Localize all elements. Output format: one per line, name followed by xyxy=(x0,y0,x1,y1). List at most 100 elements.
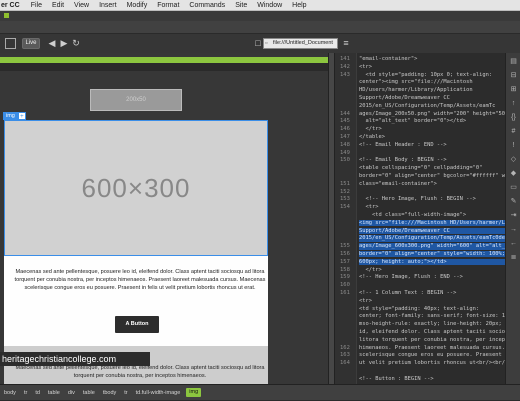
body-paragraph-2: Maecenas sed ante pellentesque, posuere … xyxy=(15,365,265,379)
open-documents-icon[interactable]: ▤ xyxy=(509,57,518,66)
hero-image-placeholder[interactable]: 600×300 xyxy=(4,120,268,256)
line-number: 152 xyxy=(340,188,350,195)
tag-breadcrumb[interactable]: td xyxy=(31,385,44,401)
code-line[interactable]: <tr> xyxy=(359,204,505,210)
tag-breadcrumb[interactable]: tr xyxy=(20,385,31,401)
tag-breadcrumb[interactable]: table xyxy=(44,385,64,401)
refresh-icon[interactable]: ↻ xyxy=(70,37,82,49)
menu-help[interactable]: Help xyxy=(287,2,311,9)
options-icon[interactable]: ≡ xyxy=(340,37,352,49)
element-tag-badge[interactable]: img + xyxy=(3,112,26,120)
line-number: 154 xyxy=(340,204,350,211)
code-line[interactable]: </table> xyxy=(359,134,505,140)
expand-all-icon[interactable]: ⊞ xyxy=(509,85,518,94)
code-line[interactable]: <table cellspacing="0" cellpadding="0" xyxy=(359,165,505,171)
menu-site[interactable]: Site xyxy=(230,2,252,9)
line-number: 150 xyxy=(340,157,350,164)
code-line[interactable]: center"><img src="file:///Macintosh xyxy=(359,79,505,85)
code-line[interactable]: HD/users/harmer/Library/Application xyxy=(359,87,505,93)
tag-breadcrumb[interactable]: div xyxy=(64,385,79,401)
tag-breadcrumb[interactable]: img xyxy=(186,388,202,397)
code-line[interactable]: </tr> xyxy=(359,126,505,132)
code-line[interactable]: 2015/en_US/Configuration/Temp/Assets/eam… xyxy=(359,103,505,109)
apply-comment-icon[interactable]: ◇ xyxy=(509,155,518,164)
indent-code-icon[interactable]: → xyxy=(509,225,518,234)
code-line[interactable]: <td class="full-width-image"> xyxy=(359,212,505,218)
code-line[interactable]: </tr> xyxy=(359,267,505,273)
code-line[interactable]: 2015/en_US/Configuration/Temp/Assets/eam… xyxy=(359,235,505,242)
code-line[interactable]: Support/Adobe/Dreamweaver CC xyxy=(359,227,505,234)
tag-breadcrumb[interactable]: tbody xyxy=(99,385,120,401)
code-line[interactable]: <!-- Email Body : BEGIN --> xyxy=(359,157,505,163)
email-top-band xyxy=(0,63,328,71)
code-line[interactable]: mso-height-rule: exactly; line-height: 2… xyxy=(359,321,505,327)
menu-window[interactable]: Window xyxy=(252,2,287,9)
code-line[interactable]: <tr> xyxy=(359,64,505,70)
split-view-icon[interactable] xyxy=(5,38,16,49)
tag-breadcrumb[interactable]: body xyxy=(0,385,20,401)
code-line[interactable]: ut velit pretium lobortis rhoncus ut<br/… xyxy=(359,360,505,366)
code-line[interactable]: litora torquent per conubia nostra, per … xyxy=(359,337,505,343)
design-view[interactable]: 200x50 img + 600×300 Maecenas sed ante p… xyxy=(0,53,328,384)
code-line[interactable]: border="0" align="center" bgcolor="#ffff… xyxy=(359,173,505,179)
highlight-invalid-icon[interactable]: ! xyxy=(509,141,518,150)
code-view[interactable]: 141 142 143 144 145 146 147 148 149 150 151 152 153 1… xyxy=(335,53,505,384)
forward-arrow-icon[interactable]: ▶ xyxy=(58,37,70,49)
code-line[interactable]: Support/Adobe/Dreamweaver CC xyxy=(359,95,505,101)
back-arrow-icon[interactable]: ◀ xyxy=(46,37,58,49)
code-line[interactable]: himenaeos. Praesent laoreet malesuada cu… xyxy=(359,345,505,351)
line-number: 158 xyxy=(340,266,350,273)
live-view-button[interactable]: Live xyxy=(22,38,40,49)
plus-icon[interactable]: + xyxy=(17,112,26,120)
email-cta-button[interactable]: A Button xyxy=(115,316,159,333)
address-field[interactable]: ▫ file:///Untitled_Document xyxy=(263,38,338,49)
menu-view[interactable]: View xyxy=(69,2,94,9)
menu-format[interactable]: Format xyxy=(152,2,184,9)
code-line[interactable]: <!-- Button : BEGIN --> xyxy=(359,376,505,382)
code-line[interactable]: scelerisque congue eros eu posuere. Prae… xyxy=(359,352,505,358)
logo-placeholder-image[interactable]: 200x50 xyxy=(90,89,182,111)
menu-modify[interactable]: Modify xyxy=(122,2,153,9)
code-line[interactable]: ages/Image_200x50.png" width="200" heigh… xyxy=(359,111,505,117)
code-line[interactable]: "email-container"> xyxy=(359,56,505,62)
menu-edit[interactable]: Edit xyxy=(47,2,69,9)
collapse-tag-icon[interactable]: ⊟ xyxy=(509,71,518,80)
code-line[interactable]: <tr> xyxy=(359,298,505,304)
remove-comment-icon[interactable]: ◆ xyxy=(509,169,518,178)
line-numbers-icon[interactable]: # xyxy=(509,127,518,136)
code-line[interactable]: center; font-family: sans-serif; font-si… xyxy=(359,313,505,319)
outdent-code-icon[interactable]: ← xyxy=(509,239,518,248)
wrap-tag-icon[interactable]: ▭ xyxy=(509,183,518,192)
menu-file[interactable]: File xyxy=(26,2,47,9)
tag-breadcrumb[interactable]: tr xyxy=(120,385,131,401)
move-css-icon[interactable]: ⇥ xyxy=(509,211,518,220)
code-line[interactable]: <img src="file:///Macintosh HD/Users/har… xyxy=(359,219,505,227)
select-parent-icon[interactable]: ↑ xyxy=(509,99,518,108)
code-line[interactable]: <!-- 1 Column Text : BEGIN --> xyxy=(359,290,505,296)
menu-insert[interactable]: Insert xyxy=(94,2,122,9)
tag-breadcrumb[interactable]: td.full-width-image xyxy=(132,385,185,401)
code-line[interactable]: alt="alt_text" border="0"></td> xyxy=(359,118,505,124)
code-line[interactable]: <!-- Hero Image, Flush : END --> xyxy=(359,274,505,280)
line-number: 148 xyxy=(340,141,350,148)
code-line[interactable]: <td style="padding: 40px; text-align: xyxy=(359,306,505,312)
tag-breadcrumb[interactable]: table xyxy=(79,385,99,401)
app-name[interactable]: er CC xyxy=(0,2,26,9)
code-line[interactable]: id, eleifend dolor. Class aptent taciti … xyxy=(359,329,505,335)
code-line[interactable]: <!-- Email Header : END --> xyxy=(359,142,505,148)
line-number: 149 xyxy=(340,149,350,156)
menu-commands[interactable]: Commands xyxy=(184,2,230,9)
recent-snippets-icon[interactable]: ✎ xyxy=(509,197,518,206)
code-line[interactable]: class="email-container"> xyxy=(359,181,505,187)
view-splitter-handle[interactable] xyxy=(328,53,335,384)
line-number-gutter: 141 142 143 144 145 146 147 148 149 150 151 152 153 1… xyxy=(335,53,357,384)
menu-bar: er CC File Edit View Insert Modify Forma… xyxy=(0,0,520,11)
balance-braces-icon[interactable]: {} xyxy=(509,113,518,122)
line-number: 143 xyxy=(340,71,350,78)
code-line[interactable]: 600px; height: auto;"></td> xyxy=(359,258,505,266)
code-line[interactable]: ages/Image_600x300.png" width="600" alt=… xyxy=(359,243,505,250)
code-line[interactable]: border="0" align="center" style="width: … xyxy=(359,251,505,258)
format-source-icon[interactable]: ≣ xyxy=(509,253,518,262)
code-line[interactable]: <td style="padding: 10px 0; text-align: xyxy=(359,72,505,78)
code-line[interactable]: <!-- Hero Image, Flush : BEGIN --> xyxy=(359,196,505,202)
